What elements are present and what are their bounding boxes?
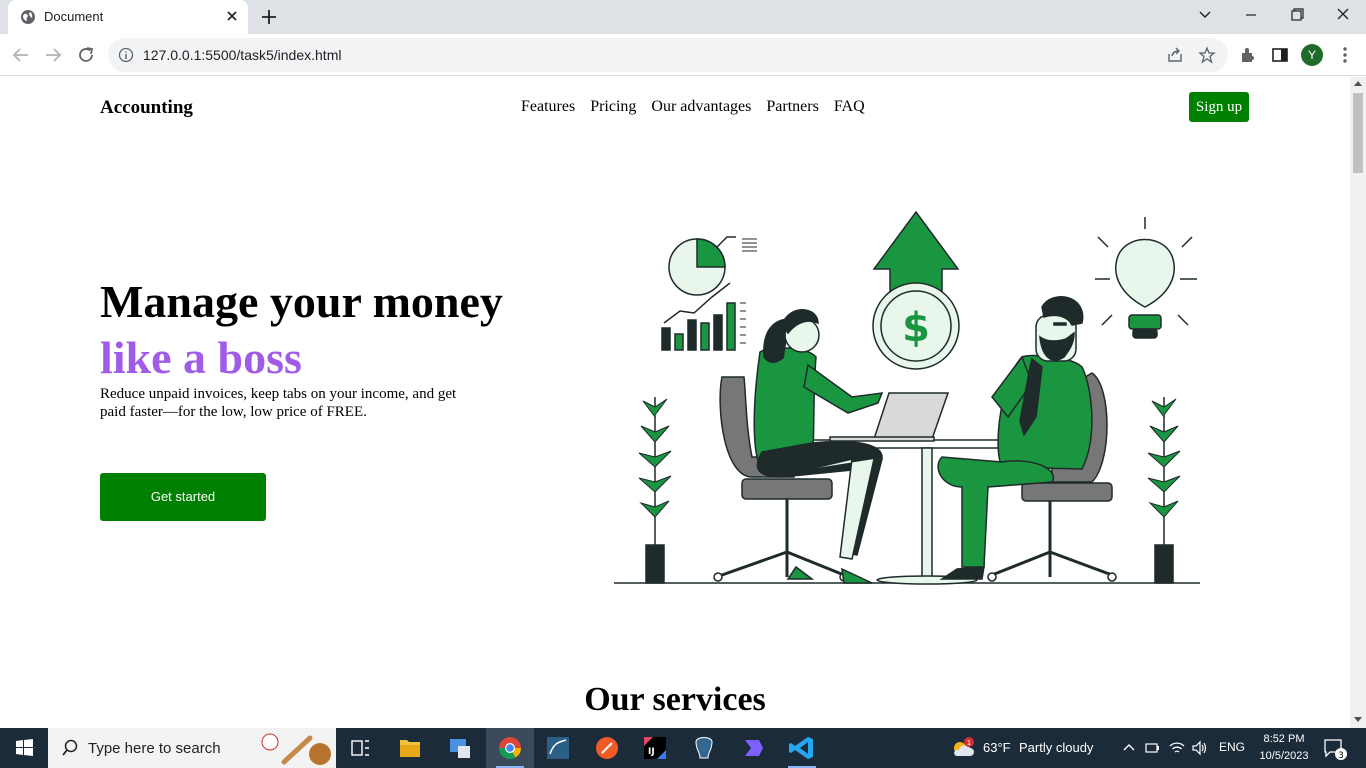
language-indicator[interactable]: ENG: [1219, 740, 1245, 754]
side-panel-icon[interactable]: [1270, 45, 1290, 65]
wifi-icon[interactable]: [1168, 740, 1186, 756]
postman-icon[interactable]: [583, 728, 631, 768]
weather-description[interactable]: Partly cloudy: [1019, 740, 1093, 755]
weather-cloud-icon[interactable]: 1: [950, 736, 976, 760]
postgresql-icon[interactable]: [680, 728, 728, 768]
chrome-taskbar-button[interactable]: [486, 728, 534, 768]
chevron-up-icon[interactable]: [1121, 740, 1137, 756]
sign-up-button[interactable]: Sign up: [1189, 92, 1249, 122]
restore-icon[interactable]: [1274, 0, 1320, 30]
svg-text:$: $: [902, 305, 930, 351]
close-tab-icon[interactable]: [222, 6, 242, 26]
forward-icon[interactable]: [42, 44, 64, 66]
svg-text:IJ: IJ: [648, 747, 655, 757]
taskbar-clock[interactable]: 8:52 PM 10/5/2023: [1252, 731, 1316, 765]
share-icon[interactable]: [1166, 46, 1184, 64]
intellij-icon[interactable]: IJ: [631, 728, 679, 768]
baseball-search-highlight-icon: [261, 733, 331, 765]
scrollbar-thumb[interactable]: [1353, 93, 1363, 173]
file-explorer-icon[interactable]: [386, 728, 434, 768]
power-automate-icon[interactable]: [729, 728, 777, 768]
close-window-icon[interactable]: [1320, 0, 1366, 30]
site-info-icon[interactable]: [118, 47, 134, 63]
scroll-down-arrow-icon[interactable]: [1354, 717, 1362, 722]
taskbar-search-box[interactable]: Type here to search: [48, 728, 336, 768]
main-nav: Features Pricing Our advantages Partners…: [521, 98, 865, 116]
lightbulb-icon: [1095, 217, 1197, 339]
notification-center-icon[interactable]: 3: [1322, 737, 1348, 761]
dollar-growth-icon: $: [872, 210, 960, 370]
weather-temperature[interactable]: 63°F: [983, 740, 1011, 755]
nav-partners[interactable]: Partners: [766, 98, 818, 116]
scroll-up-arrow-icon[interactable]: [1354, 81, 1362, 86]
tab-title: Document: [44, 9, 104, 24]
pie-chart-icon: [668, 236, 757, 296]
services-heading: Our services: [584, 681, 766, 718]
nav-pricing[interactable]: Pricing: [590, 98, 636, 116]
search-placeholder: Type here to search: [88, 740, 221, 757]
get-started-button[interactable]: Get started: [100, 473, 266, 521]
battery-icon[interactable]: [1144, 740, 1160, 756]
hero-description: Reduce unpaid invoices, keep tabs on you…: [100, 386, 457, 420]
tab-search-icon[interactable]: [1182, 0, 1228, 30]
search-icon: [62, 739, 78, 756]
new-tab-icon[interactable]: [258, 6, 280, 28]
nav-our-advantages[interactable]: Our advantages: [651, 98, 751, 116]
network-app-icon[interactable]: [436, 728, 484, 768]
clock-date: 10/5/2023: [1259, 750, 1309, 762]
bookmark-star-icon[interactable]: [1198, 46, 1216, 64]
chrome-icon: [499, 737, 521, 759]
address-bar[interactable]: 127.0.0.1:5500/task5/index.html: [108, 38, 1228, 72]
globe-icon: [21, 10, 35, 24]
page-viewport: Accounting Features Pricing Our advantag…: [0, 77, 1350, 728]
potted-plant-left-icon: [638, 397, 672, 584]
volume-icon[interactable]: [1191, 740, 1209, 756]
page-scrollbar[interactable]: [1350, 77, 1366, 728]
vscode-taskbar-button[interactable]: [778, 728, 826, 768]
tab-strip: Document: [0, 0, 1366, 34]
weather-alert-badge: 1: [967, 739, 971, 747]
extensions-icon[interactable]: [1238, 45, 1258, 65]
browser-toolbar: 127.0.0.1:5500/task5/index.html Y: [0, 34, 1366, 76]
clock-time: 8:52 PM: [1263, 733, 1305, 745]
reload-icon[interactable]: [75, 44, 97, 66]
windows-taskbar: Type here to search IJ 1 63°F Partly clo…: [0, 728, 1366, 768]
woman-figure-icon: [713, 309, 884, 584]
back-icon[interactable]: [10, 44, 32, 66]
browser-tab[interactable]: Document: [8, 0, 248, 34]
menu-kebab-icon[interactable]: [1335, 45, 1355, 65]
hero-title-highlight: like a boss: [100, 332, 302, 383]
potted-plant-right-icon: [1147, 397, 1181, 584]
hero-title: Manage your money: [100, 276, 503, 327]
vscode-icon: [789, 737, 813, 759]
nav-features[interactable]: Features: [521, 98, 575, 116]
hero-illustration: $: [614, 210, 1200, 585]
nav-faq[interactable]: FAQ: [834, 98, 865, 116]
minimize-icon[interactable]: [1228, 0, 1274, 30]
url-text[interactable]: 127.0.0.1:5500/task5/index.html: [143, 47, 341, 63]
site-logo[interactable]: Accounting: [100, 97, 193, 119]
profile-avatar[interactable]: Y: [1301, 44, 1323, 66]
mysql-workbench-icon[interactable]: [534, 728, 582, 768]
man-figure-icon: [937, 296, 1117, 582]
windows-start-icon[interactable]: [0, 728, 48, 768]
notification-count: 3: [1338, 751, 1344, 761]
task-view-icon[interactable]: [336, 728, 384, 768]
